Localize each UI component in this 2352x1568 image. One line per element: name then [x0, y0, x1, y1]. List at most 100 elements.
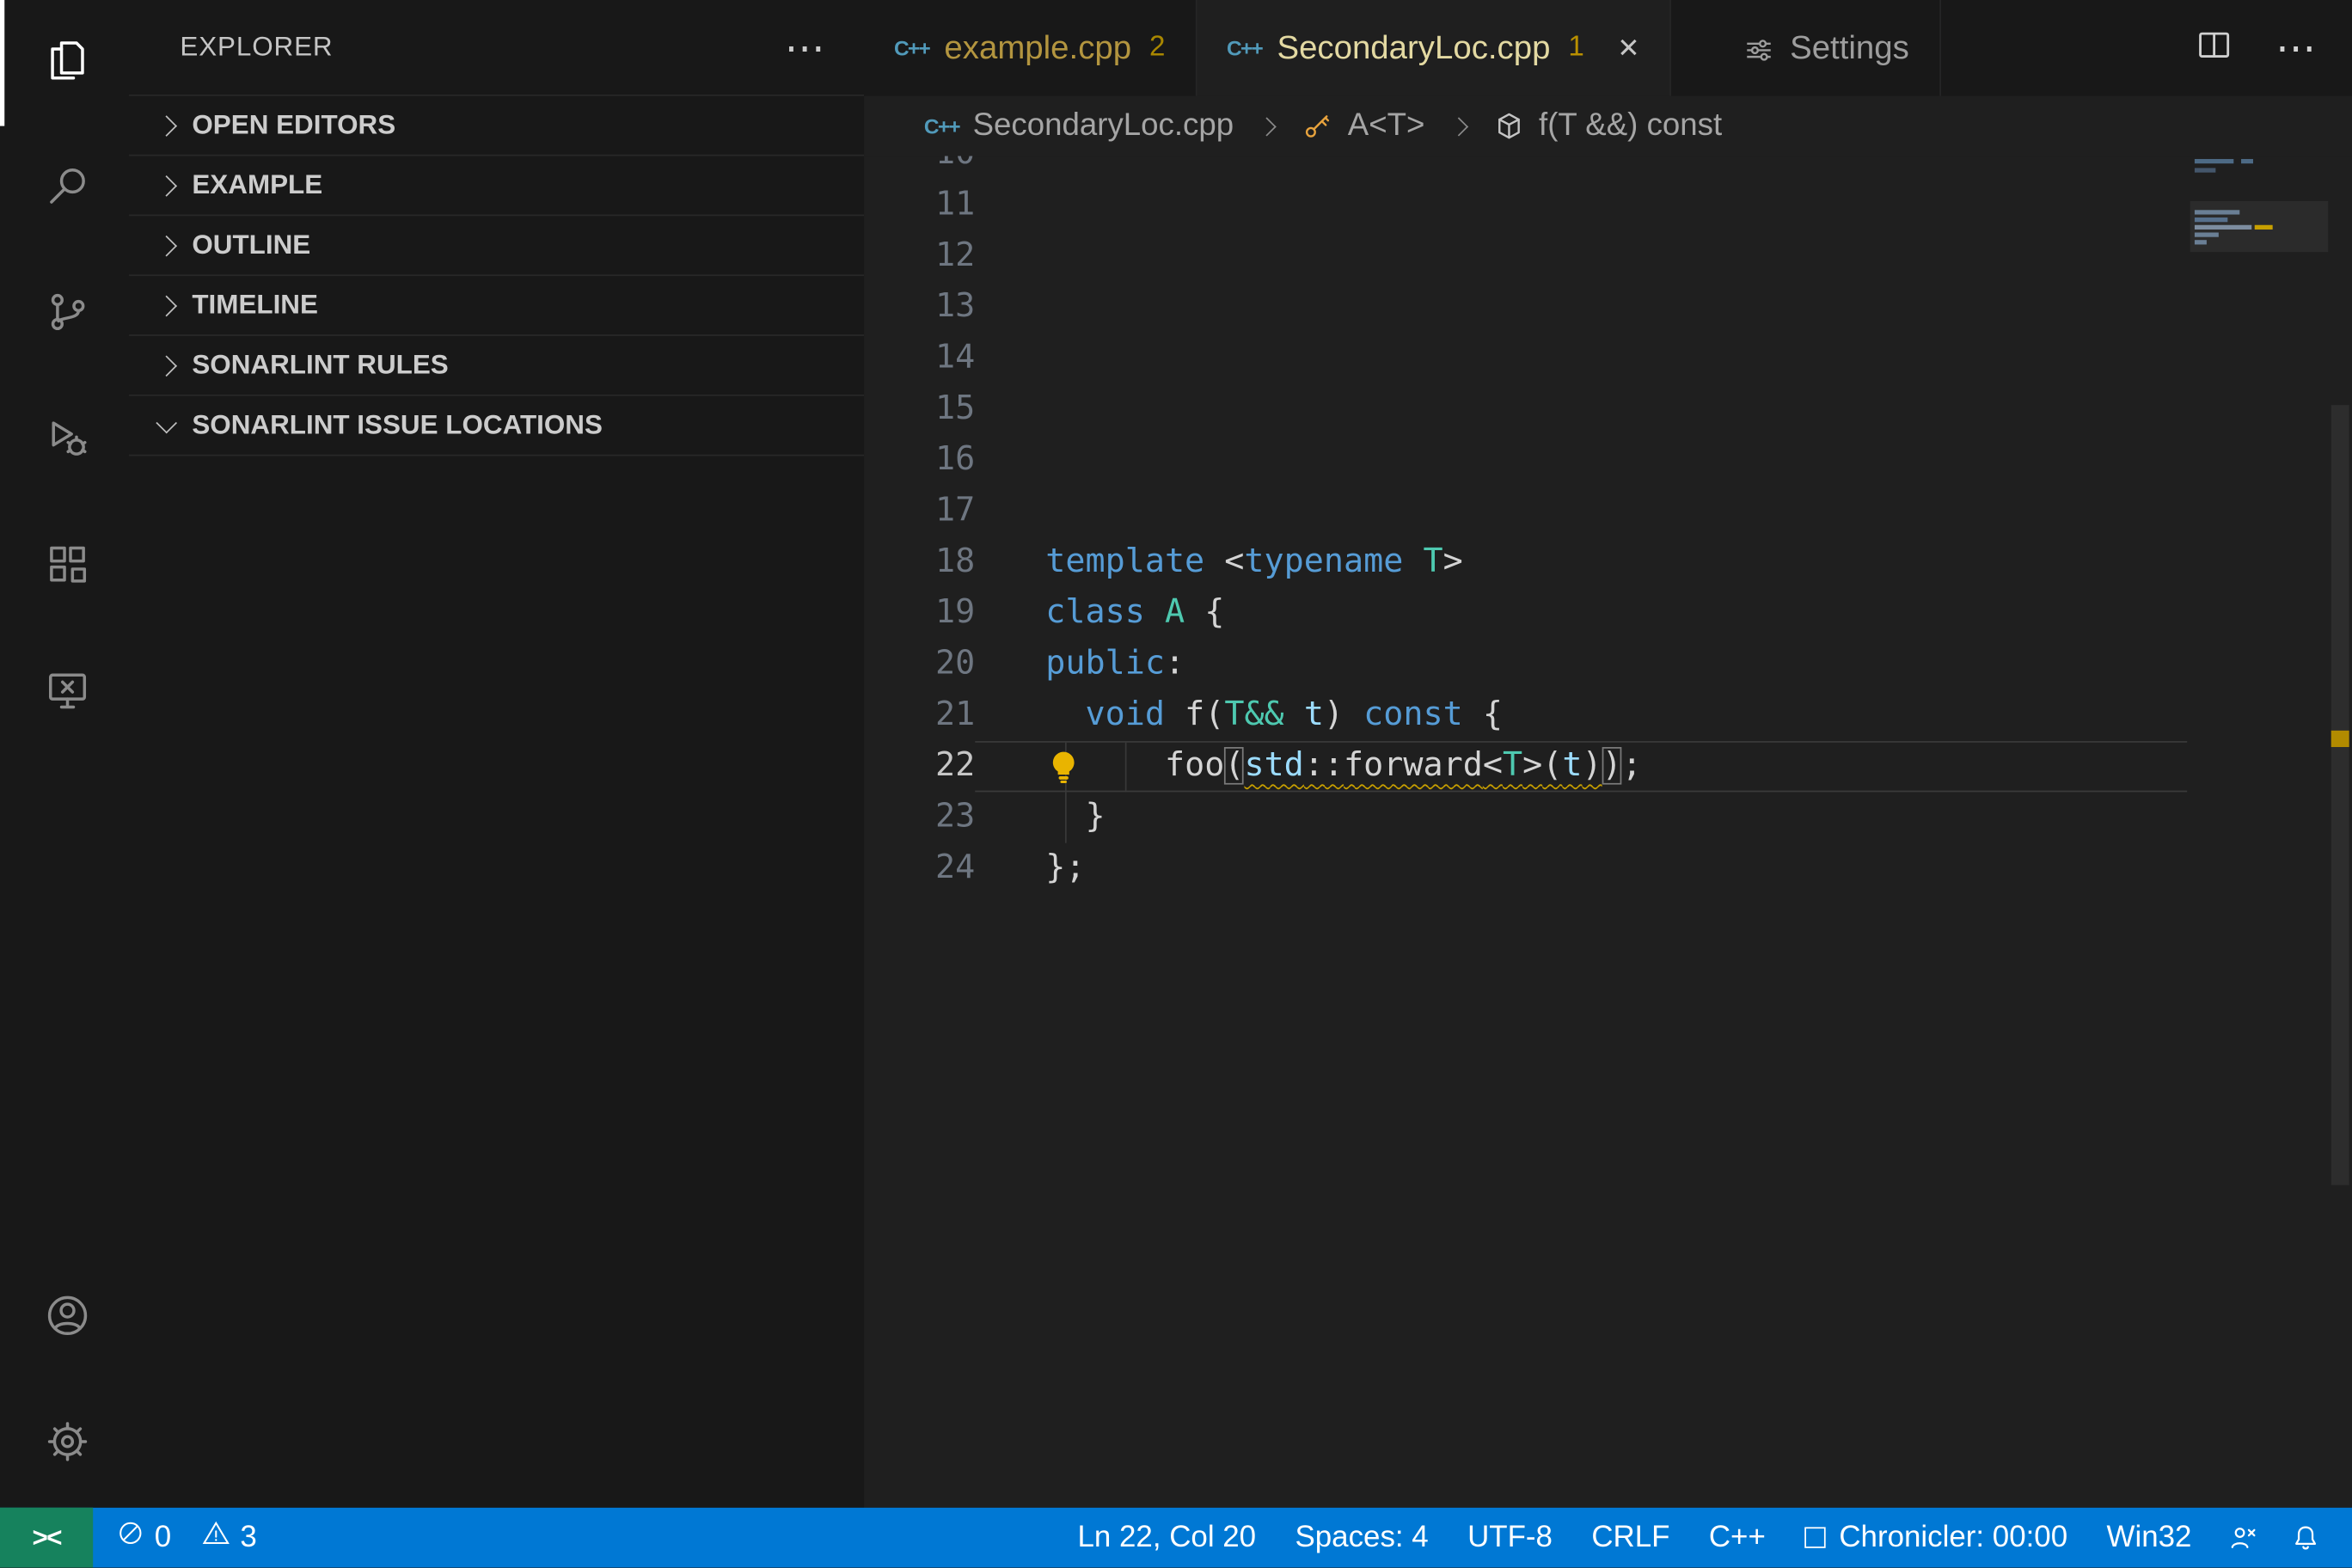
overview-ruler[interactable]: [2328, 156, 2352, 1507]
sidebar-section-sonarlint-issue-locations[interactable]: SONARLINT ISSUE LOCATIONS: [129, 395, 864, 456]
activity-run-debug[interactable]: [0, 378, 129, 505]
status-item-win32[interactable]: Win32: [2087, 1521, 2211, 1555]
activity-extensions[interactable]: [0, 504, 129, 630]
close-tab-icon[interactable]: ✕: [1617, 33, 1639, 64]
chevron-down-icon: [156, 412, 177, 433]
breadcrumb-item-class[interactable]: A<T>: [1348, 108, 1425, 144]
tab-label: example.cpp: [944, 28, 1131, 67]
breadcrumb-item-method[interactable]: f(T &&) const: [1539, 108, 1722, 144]
code-line-12[interactable]: 12: [864, 231, 2352, 282]
code-line-15[interactable]: 15: [864, 384, 2352, 435]
line-content: class A {: [1045, 588, 1224, 639]
status-bar: >< 0 3 Ln 22, Col 20Spaces: 4UTF-8CRLFC+…: [0, 1508, 2352, 1568]
code-line-24[interactable]: 24};: [864, 843, 2352, 894]
code-line-21[interactable]: 21 void f(T&& t) const {: [864, 690, 2352, 741]
tab-label: Settings: [1790, 28, 1909, 67]
activity-explorer[interactable]: [0, 0, 129, 126]
search-icon: [43, 162, 91, 217]
line-number: 15: [864, 384, 975, 435]
run-debug-icon: [43, 413, 91, 469]
extensions-icon: [43, 539, 91, 595]
sidebar-sections: OPEN EDITORSEXAMPLEOUTLINETIMELINESONARL…: [129, 95, 864, 456]
code-line-14[interactable]: 14: [864, 333, 2352, 383]
editor-actions: ⋯: [2195, 0, 2352, 96]
activity-source-control[interactable]: [0, 252, 129, 378]
editor-group: C++example.cpp2C++SecondaryLoc.cpp1✕Sett…: [864, 0, 2352, 1508]
tab-settings[interactable]: Settings: [1713, 0, 1940, 96]
error-count: 0: [155, 1521, 171, 1555]
remote-explorer-icon: [43, 665, 91, 721]
minimap[interactable]: [2190, 156, 2329, 1507]
section-label: EXAMPLE: [192, 169, 322, 201]
chevron-right-icon: [156, 295, 177, 316]
line-number: 20: [864, 639, 975, 689]
activity-search[interactable]: [0, 126, 129, 253]
line-number: 22: [864, 741, 975, 792]
account-icon: [43, 1291, 91, 1347]
files-icon: [43, 35, 91, 91]
line-content: void f(T&& t) const {: [1045, 690, 1503, 741]
code-line-11[interactable]: 11: [864, 180, 2352, 230]
activity-remote-explorer[interactable]: [0, 630, 129, 756]
error-icon: [115, 1518, 145, 1557]
sidebar-more-actions-icon[interactable]: ⋯: [785, 33, 825, 63]
code-line-19[interactable]: 19class A {: [864, 588, 2352, 639]
minimap-mark: [2195, 240, 2207, 244]
tab-secondaryloc-cpp[interactable]: C++SecondaryLoc.cpp1✕: [1197, 0, 1671, 96]
sidebar-section-example[interactable]: EXAMPLE: [129, 155, 864, 215]
status-item-utf-8[interactable]: UTF-8: [1448, 1521, 1571, 1555]
line-number: 16: [864, 435, 975, 486]
code-line-17[interactable]: 17: [864, 486, 2352, 536]
minimap-mark: [2195, 225, 2251, 230]
code-line-10[interactable]: 10: [864, 156, 2352, 180]
problems-indicator[interactable]: 0 3: [93, 1518, 279, 1557]
tab-example-cpp[interactable]: C++example.cpp2: [864, 0, 1197, 96]
code-line-22[interactable]: 22 foo(std::forward<T>(t));: [864, 741, 2352, 792]
status-items: Ln 22, Col 20Spaces: 4UTF-8CRLFC++Chroni…: [1058, 1521, 2211, 1555]
status-item-chronicler-00-00[interactable]: Chronicler: 00:00: [1785, 1521, 2087, 1555]
sidebar-section-open-editors[interactable]: OPEN EDITORS: [129, 95, 864, 155]
line-number: 21: [864, 690, 975, 741]
activity-settings[interactable]: [0, 1381, 129, 1508]
line-content: }: [1045, 792, 1105, 842]
status-item-ln-22-col-20[interactable]: Ln 22, Col 20: [1058, 1521, 1276, 1555]
split-editor-icon[interactable]: [2195, 25, 2233, 71]
source-control-icon: [43, 287, 91, 343]
status-item-spaces-4[interactable]: Spaces: 4: [1276, 1521, 1449, 1555]
gear-icon: [43, 1417, 91, 1473]
minimap-mark: [2241, 159, 2253, 163]
notifications-bell-icon[interactable]: [2274, 1521, 2337, 1553]
code-line-16[interactable]: 16: [864, 435, 2352, 486]
section-label: SONARLINT ISSUE LOCATIONS: [192, 409, 603, 441]
editor-more-actions-icon[interactable]: ⋯: [2275, 33, 2316, 63]
breadcrumb-item-file[interactable]: SecondaryLoc.cpp: [973, 108, 1234, 144]
status-item-c[interactable]: C++: [1689, 1521, 1785, 1555]
line-content: };: [1045, 843, 1085, 894]
feedback-person-icon[interactable]: [2211, 1521, 2274, 1553]
sidebar-section-sonarlint-rules[interactable]: SONARLINT RULES: [129, 334, 864, 395]
line-content: public:: [1045, 639, 1185, 689]
main-area: EXPLORER ⋯ OPEN EDITORSEXAMPLEOUTLINETIM…: [0, 0, 2352, 1508]
breadcrumb: C++ SecondaryLoc.cpp A<T> f(T &&) const: [864, 96, 2352, 156]
activity-account[interactable]: [0, 1256, 129, 1382]
section-label: OUTLINE: [192, 230, 310, 261]
sidebar: EXPLORER ⋯ OPEN EDITORSEXAMPLEOUTLINETIM…: [129, 0, 864, 1508]
line-number: 12: [864, 231, 975, 282]
sidebar-section-timeline[interactable]: TIMELINE: [129, 274, 864, 334]
status-item-crlf[interactable]: CRLF: [1572, 1521, 1690, 1555]
remote-indicator[interactable]: ><: [0, 1508, 93, 1568]
editor[interactable]: 101112131415161718template <typename T>1…: [864, 156, 2352, 1507]
tab-label: SecondaryLoc.cpp: [1277, 28, 1550, 67]
overview-mark: [2331, 731, 2349, 747]
minimap-mark: [2195, 159, 2233, 163]
line-number: 17: [864, 486, 975, 536]
code-line-23[interactable]: 23 }: [864, 792, 2352, 842]
chevron-right-icon: [156, 175, 177, 196]
line-content: template <typename T>: [1045, 537, 1462, 588]
tab-problems-badge: 2: [1149, 32, 1165, 64]
code-line-13[interactable]: 13: [864, 282, 2352, 333]
code-line-20[interactable]: 20 public:: [864, 639, 2352, 689]
sidebar-section-outline[interactable]: OUTLINE: [129, 215, 864, 275]
code-line-18[interactable]: 18template <typename T>: [864, 537, 2352, 588]
minimap-mark: [2195, 217, 2227, 222]
